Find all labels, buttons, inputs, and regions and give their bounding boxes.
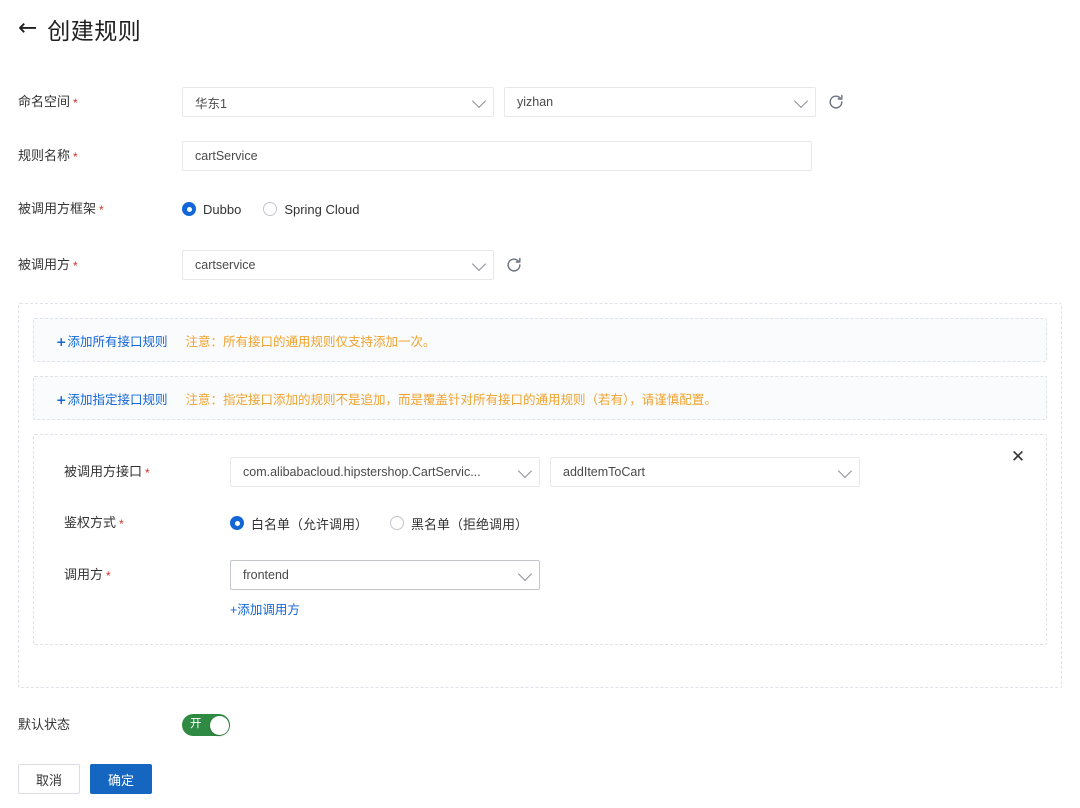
callee-framework-radio-group: Dubbo Spring Cloud xyxy=(182,202,359,217)
rule-name-input[interactable] xyxy=(182,141,812,171)
callee-label: 被调用方* xyxy=(18,256,182,274)
page-title: 创建规则 xyxy=(47,12,141,46)
chevron-down-icon xyxy=(838,464,852,478)
confirm-button[interactable]: 确定 xyxy=(90,764,152,794)
refresh-icon[interactable] xyxy=(826,92,846,112)
region-select-value: 华东1 xyxy=(195,93,227,112)
required-marker: * xyxy=(99,203,104,217)
radio-dot-icon xyxy=(390,516,404,530)
add-specific-interface-rule-bar: +添加指定接口规则 注意：指定接口添加的规则不是追加，而是覆盖针对所有接口的通用… xyxy=(33,376,1047,420)
callee-select-value: cartservice xyxy=(195,258,255,272)
callee-label-text: 被调用方 xyxy=(18,257,70,272)
default-state-toggle[interactable]: 开 xyxy=(182,714,230,736)
plus-icon: + xyxy=(56,334,66,349)
close-icon[interactable]: ✕ xyxy=(1008,447,1028,467)
refresh-icon[interactable] xyxy=(504,255,524,275)
caller-fields: frontend +添加调用方 xyxy=(230,560,540,618)
callee-framework-label: 被调用方框架* xyxy=(18,200,182,218)
radio-dubbo[interactable]: Dubbo xyxy=(182,202,241,217)
radio-spring-cloud-label: Spring Cloud xyxy=(284,202,359,217)
radio-blacklist[interactable]: 黑名单（拒绝调用） xyxy=(390,514,528,533)
namespace-select-value: yizhan xyxy=(517,95,553,109)
radio-blacklist-label: 黑名单（拒绝调用） xyxy=(411,514,528,533)
cancel-button[interactable]: 取消 xyxy=(18,764,80,794)
namespace-row: 命名空间* 华东1 yizhan xyxy=(0,87,846,117)
namespace-fields: 华东1 yizhan xyxy=(182,87,846,117)
add-specific-interface-rule-label: 添加指定接口规则 xyxy=(67,393,167,407)
arrow-left-icon[interactable]: ← xyxy=(18,17,37,40)
radio-dot-icon xyxy=(230,516,244,530)
required-marker: * xyxy=(119,517,124,531)
chevron-down-icon xyxy=(518,464,532,478)
auth-mode-label-text: 鉴权方式 xyxy=(64,515,116,530)
callee-row: 被调用方* cartservice xyxy=(0,250,524,280)
default-state-label-text: 默认状态 xyxy=(18,717,70,732)
radio-dubbo-label: Dubbo xyxy=(203,202,241,217)
callee-framework-row: 被调用方框架* Dubbo Spring Cloud xyxy=(0,198,359,220)
required-marker: * xyxy=(145,466,150,480)
radio-spring-cloud[interactable]: Spring Cloud xyxy=(263,202,359,217)
add-specific-interface-rule-link[interactable]: +添加指定接口规则 xyxy=(56,389,168,408)
caller-select-value: frontend xyxy=(243,568,289,582)
required-marker: * xyxy=(73,96,78,110)
caller-row: 调用方* frontend +添加调用方 xyxy=(34,560,1046,618)
caller-select[interactable]: frontend xyxy=(230,560,540,590)
chevron-down-icon xyxy=(472,94,486,108)
callee-interface-method-select[interactable]: addItemToCart xyxy=(550,457,860,487)
namespace-label-text: 命名空间 xyxy=(18,94,70,109)
chevron-down-icon xyxy=(472,257,486,271)
required-marker: * xyxy=(73,150,78,164)
rule-name-label-text: 规则名称 xyxy=(18,148,70,163)
namespace-label: 命名空间* xyxy=(18,93,182,111)
required-marker: * xyxy=(73,259,78,273)
callee-select[interactable]: cartservice xyxy=(182,250,494,280)
add-caller-label: 添加调用方 xyxy=(237,603,300,617)
required-marker: * xyxy=(106,569,111,583)
default-state-row: 默认状态 开 xyxy=(0,714,230,736)
plus-icon: + xyxy=(56,392,66,407)
interface-rule-card: ✕ 被调用方接口* com.alibabacloud.hipstershop.C… xyxy=(33,434,1047,645)
callee-framework-label-text: 被调用方框架 xyxy=(18,201,96,216)
radio-dot-icon xyxy=(263,202,277,216)
add-all-interface-rule-link[interactable]: +添加所有接口规则 xyxy=(56,331,168,350)
namespace-select[interactable]: yizhan xyxy=(504,87,816,117)
default-state-label: 默认状态 xyxy=(18,716,182,734)
region-select[interactable]: 华东1 xyxy=(182,87,494,117)
callee-fields: cartservice xyxy=(182,250,524,280)
callee-interface-label-text: 被调用方接口 xyxy=(64,464,142,479)
chevron-down-icon xyxy=(518,567,532,581)
rule-name-row: 规则名称* xyxy=(0,141,812,171)
callee-interface-row: 被调用方接口* com.alibabacloud.hipstershop.Car… xyxy=(34,457,1046,487)
callee-interface-method-value: addItemToCart xyxy=(563,465,645,479)
auth-mode-row: 鉴权方式* 白名单（允许调用） 黑名单（拒绝调用） xyxy=(34,512,1046,534)
rule-name-label: 规则名称* xyxy=(18,147,182,165)
page-header: ← 创建规则 xyxy=(0,0,1080,42)
caller-label: 调用方* xyxy=(64,560,230,590)
callee-interface-service-select[interactable]: com.alibabacloud.hipstershop.CartServic.… xyxy=(230,457,540,487)
rules-panel: +添加所有接口规则 注意：所有接口的通用规则仅支持添加一次。 +添加指定接口规则… xyxy=(18,303,1062,688)
footer-actions: 取消 确定 xyxy=(18,764,152,794)
auth-mode-radio-group: 白名单（允许调用） 黑名单（拒绝调用） xyxy=(230,514,528,533)
add-all-interface-rule-note: 注意：所有接口的通用规则仅支持添加一次。 xyxy=(186,331,436,350)
callee-interface-service-value: com.alibabacloud.hipstershop.CartServic.… xyxy=(243,465,481,479)
radio-whitelist[interactable]: 白名单（允许调用） xyxy=(230,514,368,533)
caller-label-text: 调用方 xyxy=(64,567,103,582)
add-specific-interface-rule-note: 注意：指定接口添加的规则不是追加，而是覆盖针对所有接口的通用规则（若有），请谨慎… xyxy=(186,389,717,408)
callee-interface-label: 被调用方接口* xyxy=(64,463,230,481)
radio-dot-icon xyxy=(182,202,196,216)
radio-whitelist-label: 白名单（允许调用） xyxy=(251,514,368,533)
callee-interface-fields: com.alibabacloud.hipstershop.CartServic.… xyxy=(230,457,860,487)
auth-mode-label: 鉴权方式* xyxy=(64,514,230,532)
toggle-knob xyxy=(210,716,229,735)
default-state-toggle-text: 开 xyxy=(190,719,202,731)
add-all-interface-rule-label: 添加所有接口规则 xyxy=(67,335,167,349)
add-caller-link[interactable]: +添加调用方 xyxy=(230,599,300,618)
add-all-interface-rule-bar: +添加所有接口规则 注意：所有接口的通用规则仅支持添加一次。 xyxy=(33,318,1047,362)
chevron-down-icon xyxy=(794,94,808,108)
